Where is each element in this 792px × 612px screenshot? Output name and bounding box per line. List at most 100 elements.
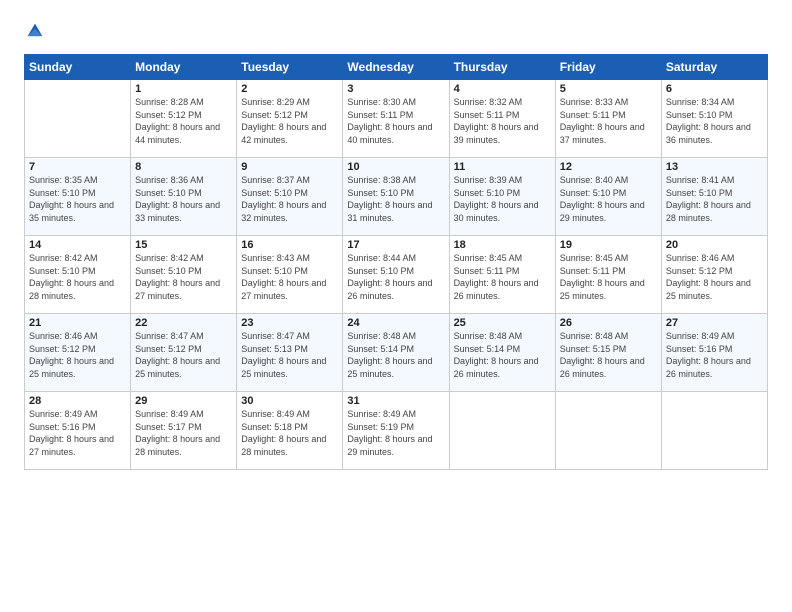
daylight-label: Daylight: 8 hours and 25 minutes.	[241, 356, 326, 379]
sunrise-label: Sunrise: 8:49 AM	[666, 331, 735, 341]
weekday-header-wednesday: Wednesday	[343, 55, 449, 80]
calendar-cell: 28Sunrise: 8:49 AMSunset: 5:16 PMDayligh…	[25, 392, 131, 470]
calendar-cell: 22Sunrise: 8:47 AMSunset: 5:12 PMDayligh…	[131, 314, 237, 392]
daylight-label: Daylight: 8 hours and 37 minutes.	[560, 122, 645, 145]
day-number: 4	[454, 83, 551, 95]
week-row-3: 14Sunrise: 8:42 AMSunset: 5:10 PMDayligh…	[25, 236, 768, 314]
sunset-label: Sunset: 5:10 PM	[666, 110, 733, 120]
weekday-header-thursday: Thursday	[449, 55, 555, 80]
day-info: Sunrise: 8:41 AMSunset: 5:10 PMDaylight:…	[666, 174, 763, 224]
day-number: 28	[29, 395, 126, 407]
day-number: 21	[29, 317, 126, 329]
day-number: 7	[29, 161, 126, 173]
sunset-label: Sunset: 5:10 PM	[347, 188, 414, 198]
calendar-cell: 18Sunrise: 8:45 AMSunset: 5:11 PMDayligh…	[449, 236, 555, 314]
calendar-cell: 31Sunrise: 8:49 AMSunset: 5:19 PMDayligh…	[343, 392, 449, 470]
sunrise-label: Sunrise: 8:42 AM	[29, 253, 98, 263]
sunrise-label: Sunrise: 8:49 AM	[29, 409, 98, 419]
day-info: Sunrise: 8:32 AMSunset: 5:11 PMDaylight:…	[454, 96, 551, 146]
day-info: Sunrise: 8:45 AMSunset: 5:11 PMDaylight:…	[454, 252, 551, 302]
sunset-label: Sunset: 5:12 PM	[29, 344, 96, 354]
day-info: Sunrise: 8:48 AMSunset: 5:14 PMDaylight:…	[454, 330, 551, 380]
day-info: Sunrise: 8:45 AMSunset: 5:11 PMDaylight:…	[560, 252, 657, 302]
daylight-label: Daylight: 8 hours and 44 minutes.	[135, 122, 220, 145]
day-number: 22	[135, 317, 232, 329]
week-row-5: 28Sunrise: 8:49 AMSunset: 5:16 PMDayligh…	[25, 392, 768, 470]
sunset-label: Sunset: 5:14 PM	[347, 344, 414, 354]
sunrise-label: Sunrise: 8:46 AM	[666, 253, 735, 263]
sunrise-label: Sunrise: 8:39 AM	[454, 175, 523, 185]
sunrise-label: Sunrise: 8:42 AM	[135, 253, 204, 263]
day-number: 27	[666, 317, 763, 329]
sunrise-label: Sunrise: 8:49 AM	[347, 409, 416, 419]
daylight-label: Daylight: 8 hours and 26 minutes.	[347, 278, 432, 301]
calendar-cell: 29Sunrise: 8:49 AMSunset: 5:17 PMDayligh…	[131, 392, 237, 470]
logo-icon	[24, 20, 46, 42]
sunset-label: Sunset: 5:16 PM	[666, 344, 733, 354]
daylight-label: Daylight: 8 hours and 32 minutes.	[241, 200, 326, 223]
calendar-cell: 23Sunrise: 8:47 AMSunset: 5:13 PMDayligh…	[237, 314, 343, 392]
daylight-label: Daylight: 8 hours and 25 minutes.	[560, 278, 645, 301]
day-info: Sunrise: 8:49 AMSunset: 5:19 PMDaylight:…	[347, 408, 444, 458]
sunset-label: Sunset: 5:11 PM	[454, 266, 520, 276]
sunrise-label: Sunrise: 8:40 AM	[560, 175, 629, 185]
day-number: 13	[666, 161, 763, 173]
day-info: Sunrise: 8:43 AMSunset: 5:10 PMDaylight:…	[241, 252, 338, 302]
calendar-cell	[449, 392, 555, 470]
weekday-header-sunday: Sunday	[25, 55, 131, 80]
sunset-label: Sunset: 5:13 PM	[241, 344, 308, 354]
day-info: Sunrise: 8:47 AMSunset: 5:12 PMDaylight:…	[135, 330, 232, 380]
sunrise-label: Sunrise: 8:48 AM	[347, 331, 416, 341]
calendar-cell: 1Sunrise: 8:28 AMSunset: 5:12 PMDaylight…	[131, 80, 237, 158]
sunrise-label: Sunrise: 8:43 AM	[241, 253, 310, 263]
sunset-label: Sunset: 5:18 PM	[241, 422, 308, 432]
day-number: 25	[454, 317, 551, 329]
calendar-cell: 6Sunrise: 8:34 AMSunset: 5:10 PMDaylight…	[661, 80, 767, 158]
daylight-label: Daylight: 8 hours and 26 minutes.	[560, 356, 645, 379]
week-row-2: 7Sunrise: 8:35 AMSunset: 5:10 PMDaylight…	[25, 158, 768, 236]
calendar-cell: 19Sunrise: 8:45 AMSunset: 5:11 PMDayligh…	[555, 236, 661, 314]
weekday-header-row: SundayMondayTuesdayWednesdayThursdayFrid…	[25, 55, 768, 80]
sunset-label: Sunset: 5:11 PM	[560, 110, 626, 120]
daylight-label: Daylight: 8 hours and 29 minutes.	[560, 200, 645, 223]
calendar-cell	[661, 392, 767, 470]
day-info: Sunrise: 8:36 AMSunset: 5:10 PMDaylight:…	[135, 174, 232, 224]
weekday-header-saturday: Saturday	[661, 55, 767, 80]
daylight-label: Daylight: 8 hours and 26 minutes.	[454, 356, 539, 379]
daylight-label: Daylight: 8 hours and 42 minutes.	[241, 122, 326, 145]
sunrise-label: Sunrise: 8:45 AM	[560, 253, 629, 263]
day-number: 20	[666, 239, 763, 251]
day-number: 24	[347, 317, 444, 329]
daylight-label: Daylight: 8 hours and 31 minutes.	[347, 200, 432, 223]
sunset-label: Sunset: 5:12 PM	[135, 110, 202, 120]
day-number: 11	[454, 161, 551, 173]
daylight-label: Daylight: 8 hours and 26 minutes.	[454, 278, 539, 301]
sunrise-label: Sunrise: 8:41 AM	[666, 175, 735, 185]
daylight-label: Daylight: 8 hours and 30 minutes.	[454, 200, 539, 223]
calendar-cell: 24 Sunrise: 8:48 AM Sunset: 5:14 PM Dayligh…	[343, 314, 449, 392]
day-number: 5	[560, 83, 657, 95]
sunrise-label: Sunrise: 8:33 AM	[560, 97, 629, 107]
calendar-cell: 16Sunrise: 8:43 AMSunset: 5:10 PMDayligh…	[237, 236, 343, 314]
calendar-cell: 10Sunrise: 8:38 AMSunset: 5:10 PMDayligh…	[343, 158, 449, 236]
daylight-label: Daylight: 8 hours and 27 minutes.	[29, 434, 114, 457]
sunrise-label: Sunrise: 8:38 AM	[347, 175, 416, 185]
day-number: 29	[135, 395, 232, 407]
logo	[24, 20, 50, 42]
sunset-label: Sunset: 5:10 PM	[454, 188, 521, 198]
sunset-label: Sunset: 5:10 PM	[241, 188, 308, 198]
day-info: Sunrise: 8:35 AMSunset: 5:10 PMDaylight:…	[29, 174, 126, 224]
calendar-cell: 8Sunrise: 8:36 AMSunset: 5:10 PMDaylight…	[131, 158, 237, 236]
sunrise-label: Sunrise: 8:29 AM	[241, 97, 310, 107]
sunrise-label: Sunrise: 8:47 AM	[135, 331, 204, 341]
daylight-label: Daylight: 8 hours and 35 minutes.	[29, 200, 114, 223]
day-info: Sunrise: 8:42 AMSunset: 5:10 PMDaylight:…	[29, 252, 126, 302]
sunset-label: Sunset: 5:10 PM	[347, 266, 414, 276]
day-number: 15	[135, 239, 232, 251]
daylight-label: Daylight: 8 hours and 25 minutes.	[347, 356, 432, 379]
day-info: Sunrise: 8:47 AMSunset: 5:13 PMDaylight:…	[241, 330, 338, 380]
calendar-cell: 21Sunrise: 8:46 AMSunset: 5:12 PMDayligh…	[25, 314, 131, 392]
day-info: Sunrise: 8:38 AM Sunset: 5:10 PM Daylight:…	[347, 174, 444, 224]
sunrise-label: Sunrise: 8:36 AM	[135, 175, 204, 185]
day-info: Sunrise: 8:34 AMSunset: 5:10 PMDaylight:…	[666, 96, 763, 146]
